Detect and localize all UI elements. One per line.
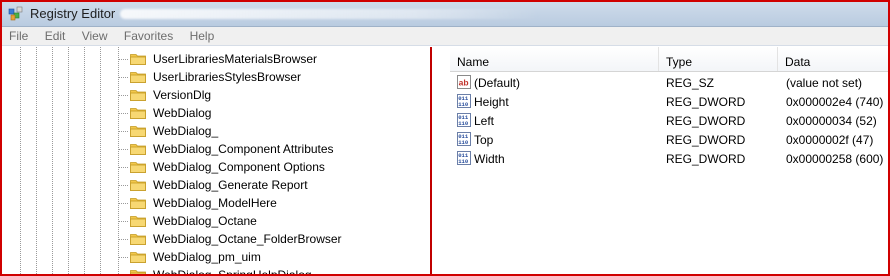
folder-icon <box>130 198 146 209</box>
pane-splitter[interactable] <box>432 47 448 274</box>
svg-text:110: 110 <box>458 120 469 127</box>
blurred-text-overlay <box>120 9 540 19</box>
folder-icon <box>130 234 146 245</box>
value-data: 0x0000002f (47) <box>786 133 874 147</box>
value-data: 0x00000034 (52) <box>786 114 877 128</box>
tree-item-label: UserLibrariesMaterialsBrowser <box>153 52 318 66</box>
tree-item[interactable]: WebDialog_Component Options <box>118 158 428 176</box>
tree-guide-line <box>20 47 21 274</box>
folder-icon <box>130 126 146 137</box>
string-value-icon: ab <box>457 75 471 89</box>
registry-editor-window: Registry Editor File Edit View Favorites… <box>0 0 890 276</box>
value-type: REG_DWORD <box>666 133 746 147</box>
folder-icon <box>130 162 146 173</box>
value-data: 0x000002e4 (740) <box>786 95 884 109</box>
svg-text:110: 110 <box>458 101 469 108</box>
key-tree-pane[interactable]: UserLibrariesMaterialsBrowser UserLibrar… <box>6 47 432 276</box>
tree-item[interactable]: UserLibrariesStylesBrowser <box>118 68 428 86</box>
tree-item-label: WebDialog_Component Attributes <box>153 142 334 156</box>
folder-icon <box>130 180 146 191</box>
menu-file[interactable]: File <box>2 27 34 43</box>
column-header-row: Name Type Data <box>450 47 888 72</box>
folder-icon <box>130 72 146 83</box>
tree-guide-line <box>36 47 37 274</box>
menu-view[interactable]: View <box>75 27 114 43</box>
tree-item-label: WebDialog_ModelHere <box>153 196 277 210</box>
menu-edit[interactable]: Edit <box>38 27 72 43</box>
svg-text:110: 110 <box>458 158 469 165</box>
tree-item-label: VersionDlg <box>153 88 212 102</box>
value-type: REG_SZ <box>666 76 715 90</box>
window-title: Registry Editor <box>30 6 116 21</box>
value-data: (value not set) <box>786 76 863 90</box>
column-header-data[interactable]: Data <box>778 47 888 71</box>
tree-item-label: WebDialog_Generate Report <box>153 178 308 192</box>
tree-guide-line <box>84 47 85 274</box>
tree-guide-line <box>68 47 69 274</box>
column-header-label: Name <box>457 55 490 69</box>
value-name: Top <box>474 133 494 147</box>
menu-bar: File Edit View Favorites Help <box>2 27 888 46</box>
folder-icon <box>130 252 146 263</box>
tree-item-label: WebDialog_Octane <box>153 214 257 228</box>
value-name: Width <box>474 152 505 166</box>
value-row-top[interactable]: 011 110 Top REG_DWORD 0x0000002f (47) <box>450 130 888 149</box>
binary-value-icon: 011 110 <box>457 113 471 127</box>
column-header-label: Type <box>666 55 693 69</box>
folder-icon <box>130 216 146 227</box>
tree-item[interactable]: WebDialog_ModelHere <box>118 194 428 212</box>
folder-icon <box>130 90 146 101</box>
column-header-name[interactable]: Name <box>450 47 659 71</box>
tree-item-label: UserLibrariesStylesBrowser <box>153 70 302 84</box>
value-row-height[interactable]: 011 110 Height REG_DWORD 0x000002e4 (740… <box>450 92 888 111</box>
svg-text:ab: ab <box>459 78 469 88</box>
menu-favorites[interactable]: Favorites <box>117 27 179 43</box>
tree-item[interactable]: WebDialog_ <box>118 122 428 140</box>
value-type: REG_DWORD <box>666 95 746 109</box>
value-name: (Default) <box>474 76 521 90</box>
folder-icon <box>130 270 146 274</box>
values-list-pane[interactable]: Name Type Data ab (Default) REG_SZ (valu… <box>450 47 888 274</box>
value-type: REG_DWORD <box>666 114 746 128</box>
tree-item[interactable]: WebDialog_Component Attributes <box>118 140 428 158</box>
tree-item[interactable]: VersionDlg <box>118 86 428 104</box>
binary-value-icon: 011 110 <box>457 151 471 165</box>
tree-guide-line <box>52 47 53 274</box>
svg-text:110: 110 <box>458 139 469 146</box>
registry-editor-icon <box>8 6 23 21</box>
tree-item-label: WebDialog_Component Options <box>153 160 325 174</box>
tree-item[interactable]: WebDialog_Octane <box>118 212 428 230</box>
binary-value-icon: 011 110 <box>457 94 471 108</box>
tree-item-label: WebDialog_ <box>153 124 219 138</box>
value-data: 0x00000258 (600) <box>786 152 884 166</box>
folder-icon <box>130 144 146 155</box>
tree-item-label: WebDialog_pm_uim <box>153 250 261 264</box>
folder-icon <box>130 54 146 65</box>
tree-item[interactable]: UserLibrariesMaterialsBrowser <box>118 50 428 68</box>
tree-item[interactable]: WebDialog_pm_uim <box>118 248 428 266</box>
tree-item[interactable]: WebDialog <box>118 104 428 122</box>
tree-item-label: WebDialog_Octane_FolderBrowser <box>153 232 342 246</box>
value-type: REG_DWORD <box>666 152 746 166</box>
tree-item[interactable]: WebDialog_Octane_FolderBrowser <box>118 230 428 248</box>
value-name: Left <box>474 114 495 128</box>
tree-item[interactable]: WebDialog_SpringHelpDialog <box>118 266 428 276</box>
value-row-left[interactable]: 011 110 Left REG_DWORD 0x00000034 (52) <box>450 111 888 130</box>
tree-item-label: WebDialog <box>153 106 212 120</box>
folder-icon <box>130 108 146 119</box>
tree-guide-line <box>100 47 101 274</box>
title-bar[interactable]: Registry Editor <box>2 2 888 27</box>
column-header-type[interactable]: Type <box>659 47 778 71</box>
tree-item-label: WebDialog_SpringHelpDialog <box>153 268 312 276</box>
menu-help[interactable]: Help <box>183 27 221 43</box>
value-row-width[interactable]: 011 110 Width REG_DWORD 0x00000258 (600) <box>450 149 888 168</box>
value-row-default[interactable]: ab (Default) REG_SZ (value not set) <box>450 73 888 92</box>
binary-value-icon: 011 110 <box>457 132 471 146</box>
value-name: Height <box>474 95 509 109</box>
column-header-label: Data <box>785 55 811 69</box>
tree-item[interactable]: WebDialog_Generate Report <box>118 176 428 194</box>
